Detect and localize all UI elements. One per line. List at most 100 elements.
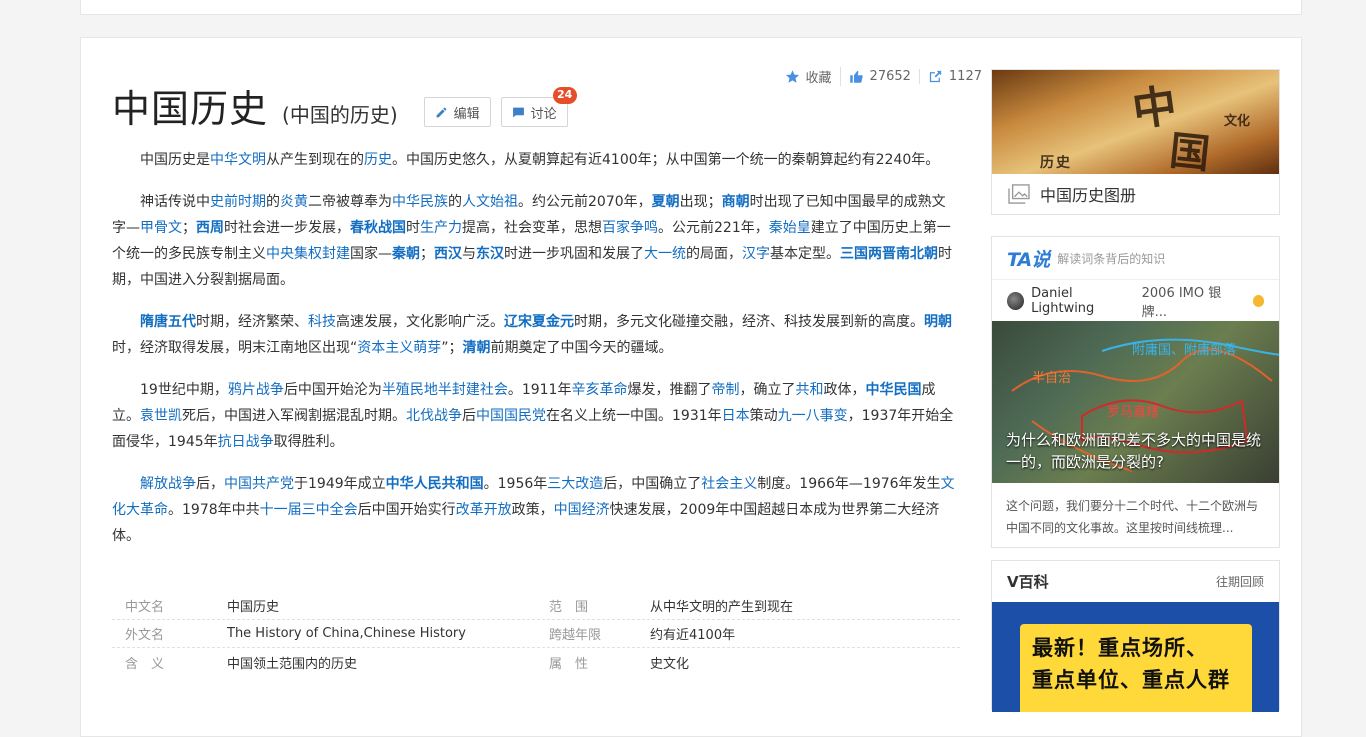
entry-link-bold[interactable]: 清朝 [463,340,491,356]
album-image-text: 国 [1167,127,1212,174]
entry-link[interactable]: 炎黄 [280,194,308,210]
entry-link[interactable]: 大一统 [644,246,686,262]
summary-text: 中国历史是中华文明从产生到现在的历史。中国历史悠久，从夏朝算起有近4100年；从… [112,147,957,565]
summary-paragraph: 中国历史是中华文明从产生到现在的历史。中国历史悠久，从夏朝算起有近4100年；从… [112,147,957,173]
entry-link-bold[interactable]: 三国两晋南北朝 [840,246,938,262]
summary-paragraph: 神话传说中史前时期的炎黄二帝被尊奉为中华民族的人文始祖。约公元前2070年，夏朝… [112,189,957,293]
summary-text-fragment: 政策， [511,502,554,518]
summary-text-fragment: 。中国历史悠久，从夏朝算起有近4100年；从中国第一个统一的秦朝算起约有2240… [392,152,940,168]
entry-link-bold[interactable]: 辽宋夏金元 [504,314,574,330]
summary-text-fragment: 政体， [823,382,866,398]
avatar [1007,291,1025,310]
title-row: 中国历史 (中国的历史) 编辑 讨论 24 [112,87,577,131]
vbaike-card: V百科 往期回顾 最新！重点场所、 重点单位、重点人群 [991,560,1280,712]
image-gallery-icon [1008,184,1030,204]
summary-text-fragment: 后中国开始沦为 [283,382,382,398]
summary-text-fragment: 。1911年 [507,382,572,398]
summary-text-fragment: 的局面， [686,246,742,262]
entry-link-bold[interactable]: 夏朝 [652,194,680,210]
summary-text-fragment: 在名义上统一中国。1931年 [546,408,722,424]
ta-logo: TA说 [1007,248,1050,271]
entry-link[interactable]: 中华文明 [210,152,266,168]
entry-link[interactable]: 生产力 [420,220,462,236]
info-row: 外文名 The History of China,Chinese History 跨… [112,620,960,648]
discuss-button[interactable]: 讨论 24 [500,87,577,127]
entry-link-bold[interactable]: 东汉 [476,246,504,262]
action-bar: 收藏 27652 1127 [777,67,982,86]
entry-link[interactable]: 共和 [795,382,823,398]
entry-link[interactable]: 人文始祖 [462,194,518,210]
entry-link[interactable]: 鸦片战争 [228,382,284,398]
vbaike-title: V百科 [1007,573,1049,591]
entry-link[interactable]: 秦始皇 [769,220,811,236]
entry-link[interactable]: 历史 [364,152,392,168]
info-value: 中国领土范围内的历史 [227,656,358,672]
entry-link[interactable]: 解放战争 [140,476,196,492]
summary-text-fragment: 时进一步巩固和发展了 [504,246,644,262]
entry-link[interactable]: 日本 [722,408,750,424]
entry-link-bold[interactable]: 中华人民共和国 [386,476,484,492]
entry-link[interactable]: 史前时期 [210,194,266,210]
entry-link[interactable]: 中国经济 [554,502,610,518]
entry-link-bold[interactable]: 中华民国 [865,382,921,398]
album-image-text: 史 [1056,155,1070,171]
entry-link[interactable]: 十一届三中全会 [260,502,358,518]
info-key: 范 围 [549,600,589,615]
summary-text-fragment: 时期，多元文化碰撞交融，经济、科技发展到新的高度。 [574,314,924,330]
entry-link-bold[interactable]: 明朝 [924,314,952,330]
album-caption: 中国历史图册 [1040,186,1137,205]
entry-link[interactable]: 袁世凯 [140,408,182,424]
album-image-text: 文化 [1224,114,1251,129]
entry-link[interactable]: 辛亥革命 [571,382,627,398]
album-card[interactable]: 中 国 文化 历 史 中国历史图册 [991,69,1280,215]
like-button[interactable]: 27652 [841,69,920,84]
summary-text-fragment: ”； [441,340,463,356]
entry-link[interactable]: 改革开放 [456,502,512,518]
entry-link-bold[interactable]: 西周 [196,220,224,236]
ta-article-image[interactable]: 附庸国、附庸部落 半自治 罗马直辖 为什么和欧洲面积差不多大的中国是统一的，而欧… [992,321,1279,483]
entry-link[interactable]: 北伐战争 [406,408,462,424]
summary-text-fragment: 神话传说中 [140,194,210,210]
share-button[interactable]: 1127 [920,69,982,84]
entry-link[interactable]: 三大改造 [547,476,603,492]
entry-link[interactable]: 甲骨文 [140,220,182,236]
summary-text-fragment: ； [182,220,196,236]
summary-text-fragment: 时期，经济繁荣、 [196,314,308,330]
entry-link[interactable]: 抗日战争 [218,434,274,450]
entry-link-bold[interactable]: 秦朝 [392,246,420,262]
past-episodes-link[interactable]: 往期回顾 [1216,573,1264,590]
entry-link[interactable]: 社会主义 [701,476,757,492]
entry-link[interactable]: 资本主义萌芽 [357,340,441,356]
entry-link[interactable]: 半殖民地半封建社会 [382,382,508,398]
ta-card: TA说 解读词条背后的知识 Daniel Lightwing 2006 IMO … [991,236,1280,548]
summary-text-fragment: 国家— [350,246,392,262]
info-row: 中文名 中国历史 范 围 从中华文明的产生到现在 [112,592,960,620]
entry-link[interactable]: 中国共产党 [224,476,294,492]
summary-text-fragment: 提高，社会变革，思想 [462,220,602,236]
page-title: 中国历史 [112,87,269,131]
entry-link[interactable]: 中国国民党 [476,408,546,424]
ta-description: 这个问题，我们要分十二个时代、十二个欧洲与中国不同的文化事故。这里按时间线梳理.… [1006,499,1259,535]
ta-author-row[interactable]: Daniel Lightwing 2006 IMO 银牌... [992,279,1279,321]
entry-link-bold[interactable]: 隋唐五代 [140,314,196,330]
entry-link[interactable]: 百家争鸣 [602,220,658,236]
summary-text-fragment: 。1978年中共 [168,502,260,518]
like-count: 27652 [869,69,911,84]
chat-icon [512,107,524,117]
entry-link[interactable]: 汉字 [742,246,770,262]
entry-link[interactable]: 中华民族 [392,194,448,210]
summary-text-fragment: 中国历史是 [140,152,210,168]
entry-link[interactable]: 中央集权封建 [266,246,350,262]
map-label: 罗马直辖 [1107,405,1160,420]
collect-button[interactable]: 收藏 [777,67,841,86]
entry-link[interactable]: 九一八事变 [778,408,848,424]
entry-link-bold[interactable]: 春秋战国 [350,220,406,236]
entry-link-bold[interactable]: 商朝 [722,194,750,210]
entry-link-bold[interactable]: 西汉 [434,246,462,262]
album-caption-row: 中国历史图册 [992,174,1279,214]
entry-link[interactable]: 帝制 [711,382,739,398]
edit-button[interactable]: 编辑 [423,97,491,127]
vbaike-banner: 最新！重点场所、 重点单位、重点人群 [1020,624,1252,712]
entry-link[interactable]: 科技 [308,314,336,330]
vbaike-video-thumbnail[interactable]: 最新！重点场所、 重点单位、重点人群 [992,602,1279,712]
